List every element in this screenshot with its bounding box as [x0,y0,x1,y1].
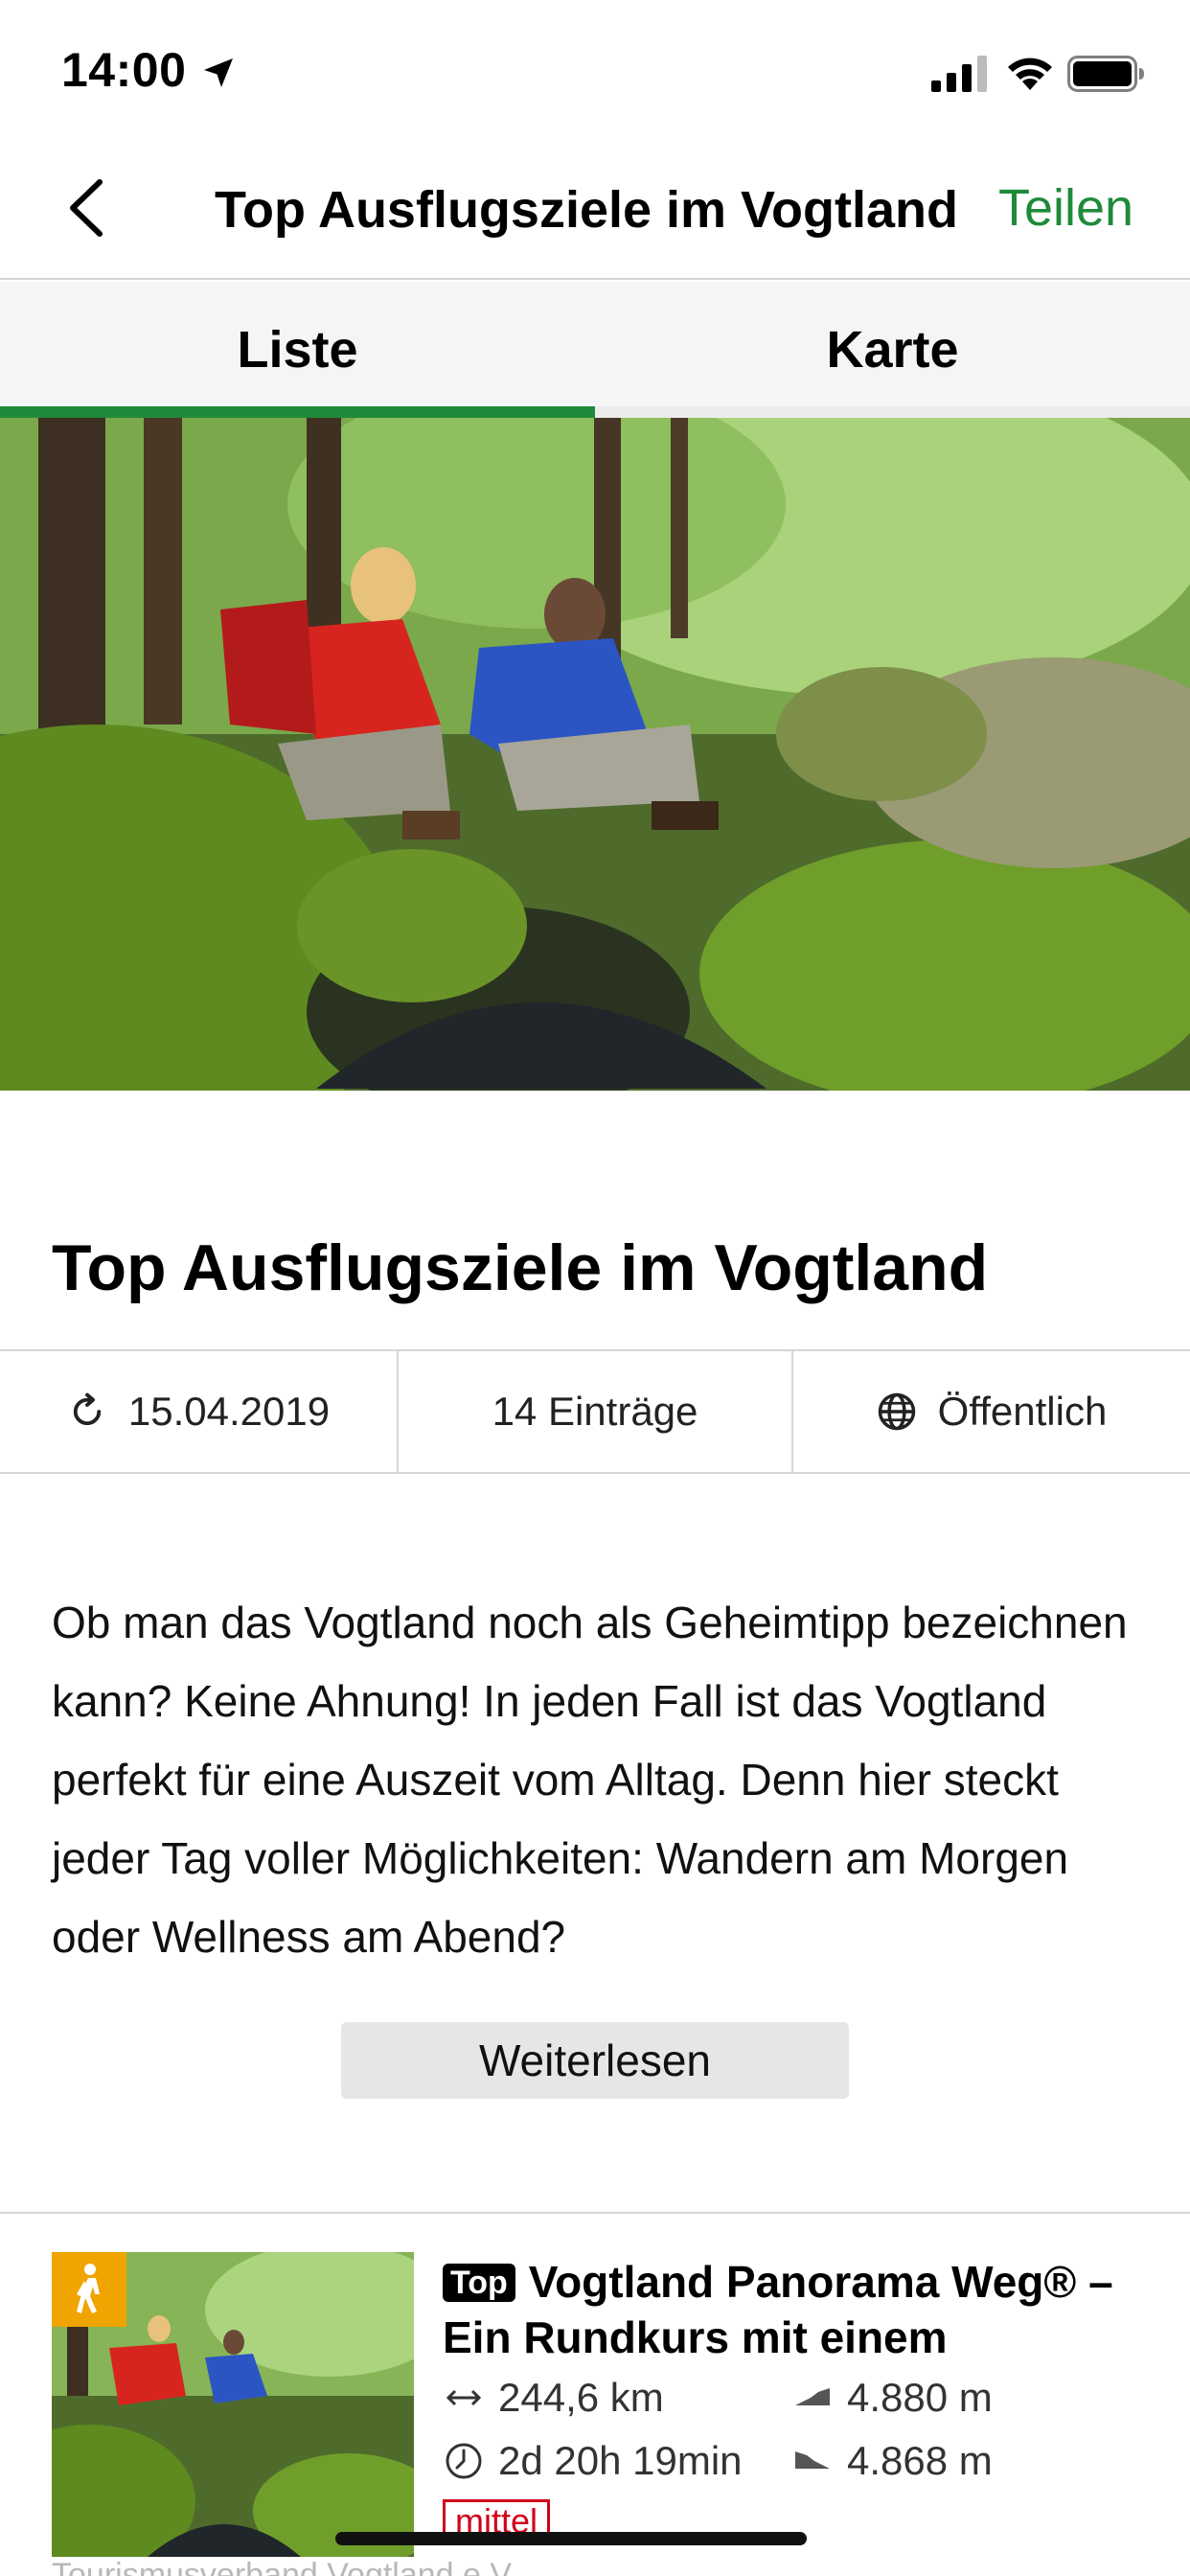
entry-duration-text: 2d 20h 19min [498,2438,743,2483]
share-button[interactable]: Teilen [998,178,1133,238]
entry-title[interactable]: Top Vogtland Panorama Weg® – Ein Rundkurs… [443,2254,1152,2365]
meta-visibility: Öffentlich [793,1351,1190,1472]
entry-descent-text: 4.868 m [847,2438,993,2483]
meta-count-text: 14 Einträge [492,1389,698,1434]
status-bar: 14:00 [0,0,1190,134]
entry-source: Tourismusverband Vogtland e.V. [52,2557,518,2576]
tab-list[interactable]: Liste [0,282,595,418]
descent-icon [795,2451,830,2469]
ascent-icon [795,2388,830,2405]
entry-descent: 4.868 m [791,2438,993,2484]
entry-ascent: 4.880 m [791,2375,993,2421]
list-meta-row: 15.04.2019 14 Einträge Öffentlich [0,1349,1190,1474]
top-badge: Top [443,2264,515,2302]
location-arrow-icon [204,58,233,87]
entry-ascent-text: 4.880 m [847,2375,993,2420]
tab-indicator-track [595,406,1190,418]
globe-icon [878,1392,915,1431]
tab-map[interactable]: Karte [595,282,1190,418]
navigation-bar: Top Ausflugsziele im Vogtland Teilen [0,134,1190,280]
entry-duration: 2d 20h 19min [443,2438,743,2484]
home-indicator[interactable] [335,2532,807,2545]
hiking-category-badge [52,2252,126,2327]
entry-distance-text: 244,6 km [498,2375,664,2420]
entry-distance: 244,6 km [443,2375,664,2421]
hero-image [0,418,1190,1091]
meta-updated-date: 15.04.2019 [0,1351,397,1472]
battery-icon [1067,56,1144,92]
active-tab-indicator [0,406,595,418]
wifi-icon [1008,58,1052,90]
status-time: 14:00 [61,43,187,97]
hero-illustration [0,418,1190,1091]
tab-bar: Liste Karte [0,282,1190,418]
read-more-button[interactable]: Weiterlesen [341,2022,849,2099]
meta-visibility-text: Öffentlich [937,1389,1108,1434]
meta-entry-count: 14 Einträge [397,1351,793,1472]
refresh-icon [73,1392,102,1426]
clock-icon [446,2443,482,2479]
page-title: Top Ausflugsziele im Vogtland [52,1231,989,1304]
entry-title-text: Vogtland Panorama Weg® – Ein Rundkurs mi… [443,2257,1113,2362]
back-chevron-icon[interactable] [63,176,111,240]
nav-title: Top Ausflugsziele im Vogtland [215,181,959,239]
list-description: Ob man das Vogtland noch als Geheimtipp … [52,1598,1128,1962]
cellular-signal-icon [931,56,987,92]
distance-arrows-icon [446,2389,482,2406]
hiker-icon [77,2264,100,2313]
meta-date-text: 15.04.2019 [127,1389,331,1434]
